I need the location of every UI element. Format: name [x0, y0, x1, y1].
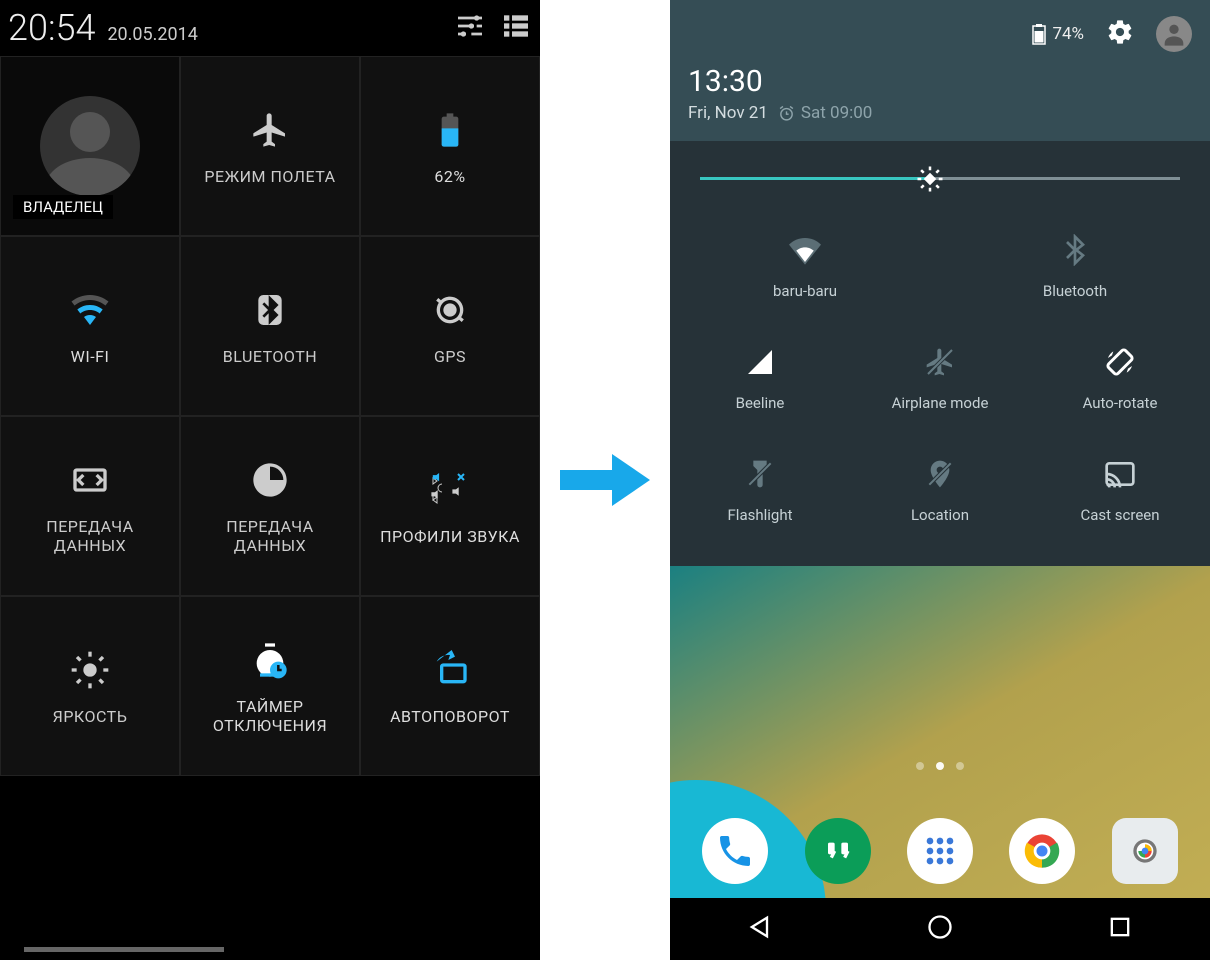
dock-apps-icon[interactable]: [907, 818, 973, 884]
qs-header: 74% 13:30 Fri, Nov 21 Sat 09:00: [670, 0, 1210, 141]
gps-icon: [427, 287, 473, 333]
nav-back-icon[interactable]: [746, 913, 774, 945]
airplane-icon: [247, 107, 293, 153]
time-left: 20:54: [8, 7, 95, 49]
equalizer-icon[interactable]: [454, 10, 486, 46]
list-icon[interactable]: [500, 10, 532, 46]
qs-tile-rotate[interactable]: Auto-rotate: [1030, 322, 1210, 434]
tile-rotate[interactable]: АВТОПОВОРОТ: [360, 596, 540, 776]
bluetooth-icon: [247, 287, 293, 333]
rotate-icon: [427, 647, 473, 693]
quick-tiles-left: ВЛАДЕЛЕЦ РЕЖИМ ПОЛЕТА 62% WI-FI BLUETOOT…: [0, 56, 540, 776]
airplane-icon: [922, 344, 958, 380]
dock: [670, 818, 1210, 884]
cast-icon: [1102, 456, 1138, 492]
settings-icon[interactable]: [1106, 18, 1134, 50]
owner-label: ВЛАДЕЛЕЦ: [13, 195, 113, 219]
brightness-icon: [67, 647, 113, 693]
tile-battery[interactable]: 62%: [360, 56, 540, 236]
bluetooth-icon: [1057, 232, 1093, 268]
location-icon: [922, 456, 958, 492]
phone-old: 20:54 20.05.2014 ВЛАДЕЛЕЦ РЕЖИМ ПОЛЕТА 6…: [0, 0, 540, 960]
qs-tile-cast[interactable]: Cast screen: [1030, 434, 1210, 546]
qs-tile-bluetooth[interactable]: Bluetooth: [940, 210, 1210, 322]
dock-hangouts-icon[interactable]: [805, 818, 871, 884]
transition-arrow: [540, 0, 670, 960]
qs-tile-airplane[interactable]: Airplane mode: [850, 322, 1030, 434]
signal-icon: [742, 344, 778, 380]
rotate-icon: [1102, 344, 1138, 380]
dock-phone-icon[interactable]: [702, 818, 768, 884]
qs-tile-location[interactable]: Location: [850, 434, 1030, 546]
page-indicator: [670, 762, 1210, 770]
user-avatar-icon[interactable]: [1156, 16, 1192, 52]
tile-bluetooth[interactable]: BLUETOOTH: [180, 236, 360, 416]
clock-icon: [247, 457, 293, 503]
tile-data-1[interactable]: ПЕРЕДАЧА ДАННЫХ: [0, 416, 180, 596]
tile-owner[interactable]: ВЛАДЕЛЕЦ: [0, 56, 180, 236]
date-left: 20.05.2014: [107, 24, 197, 45]
qs-tile-flashlight[interactable]: Flashlight: [670, 434, 850, 546]
tile-data-2[interactable]: ПЕРЕДАЧА ДАННЫХ: [180, 416, 360, 596]
tile-timer[interactable]: ТАЙМЕР ОТКЛЮЧЕНИЯ: [180, 596, 360, 776]
qs-panel: baru-baru Bluetooth Beeline Airplane mod…: [670, 141, 1210, 566]
nav-home-icon[interactable]: [926, 913, 954, 945]
brightness-slider[interactable]: [670, 167, 1210, 210]
tile-brightness[interactable]: ЯРКОСТЬ: [0, 596, 180, 776]
qs-tile-cell[interactable]: Beeline: [670, 322, 850, 434]
tile-wifi[interactable]: WI-FI: [0, 236, 180, 416]
alarm-indicator: Sat 09:00: [778, 103, 872, 123]
phone-new: 74% 13:30 Fri, Nov 21 Sat 09:00: [670, 0, 1210, 960]
tile-airplane[interactable]: РЕЖИМ ПОЛЕТА: [180, 56, 360, 236]
time-right: 13:30: [688, 64, 1192, 99]
date-right: Fri, Nov 21: [688, 103, 768, 123]
dock-chrome-icon[interactable]: [1009, 818, 1075, 884]
nav-recents-icon[interactable]: [1106, 913, 1134, 945]
status-bar-left: 20:54 20.05.2014: [0, 0, 540, 56]
tile-gps[interactable]: GPS: [360, 236, 540, 416]
battery-indicator: 74%: [1032, 23, 1084, 45]
data-icon: [67, 457, 113, 503]
avatar-icon: [40, 96, 140, 196]
battery-icon: [427, 107, 473, 153]
scrollbar[interactable]: [24, 947, 224, 952]
qs-tile-wifi[interactable]: baru-baru: [670, 210, 940, 322]
flashlight-icon: [742, 456, 778, 492]
wifi-icon: [787, 232, 823, 268]
nav-bar: [670, 898, 1210, 960]
brightness-thumb-icon[interactable]: [914, 163, 946, 195]
timer-icon: [247, 637, 293, 683]
dock-camera-icon[interactable]: [1112, 818, 1178, 884]
sound-icon: [427, 467, 473, 513]
tile-sound[interactable]: ПРОФИЛИ ЗВУКА: [360, 416, 540, 596]
wifi-icon: [67, 287, 113, 333]
